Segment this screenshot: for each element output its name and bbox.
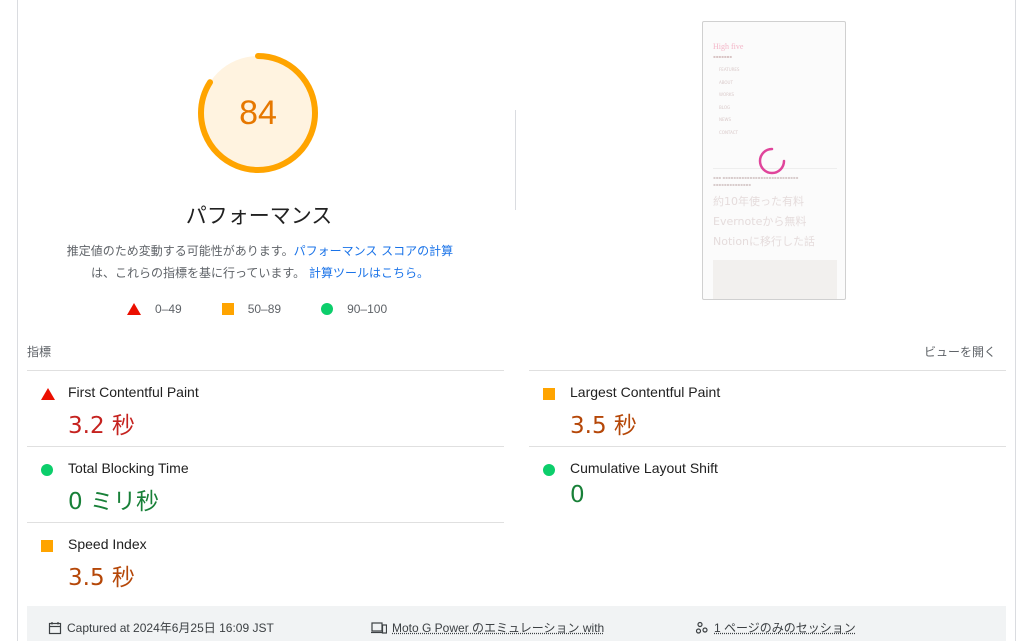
metric-title: Total Blocking Time <box>68 460 189 476</box>
thumbnail-menu-item: NEWS <box>719 114 739 127</box>
green-circle-icon <box>543 464 555 476</box>
metric-value: 3.2 秒 <box>68 406 135 440</box>
calendar-icon <box>48 621 62 635</box>
metrics-heading: 指標 <box>27 343 51 360</box>
thumbnail-menu-item: ABOUT <box>719 77 739 90</box>
thumbnail-menu: FEATURES ABOUT WORKS BLOG NEWS CONTACT <box>719 64 739 139</box>
metric-title: Largest Contentful Paint <box>570 384 720 400</box>
legend-range: 50–89 <box>248 302 281 316</box>
performance-score: 84 <box>195 50 321 176</box>
thumbnail-headline: 約10年使った有料 Evernoteから無料 Notionに移行した話 <box>713 192 837 252</box>
score-calculation-link[interactable]: パフォーマンス スコアの計算 <box>294 244 454 258</box>
performance-title: パフォーマンス <box>159 200 359 230</box>
metric-title: Cumulative Layout Shift <box>570 460 718 476</box>
red-triangle-icon <box>41 388 55 400</box>
metric-title: Speed Index <box>68 536 147 552</box>
metric-value: 3.5 秒 <box>68 558 135 592</box>
performance-description: 推定値のため変動する可能性があります。パフォーマンス スコアの計算 は、これらの… <box>40 240 480 284</box>
performance-score-gauge[interactable]: 84 <box>195 50 321 176</box>
thumbnail-site-name: High five <box>713 42 743 51</box>
description-prefix: 推定値のため変動する可能性があります。 <box>67 244 294 258</box>
description-middle: は、これらの指標を基に行っています。 <box>91 266 305 280</box>
session-icon <box>695 621 709 635</box>
vertical-divider <box>515 110 516 210</box>
thumbnail-headline-line: 約10年使った有料 <box>713 192 837 212</box>
captured-at: Captured at 2024年6月25日 16:09 JST <box>48 619 274 636</box>
metric-value: 0 ミリ秒 <box>68 482 159 516</box>
thumbnail-tagline: ▪▪▪▪▪▪▪ <box>713 54 732 59</box>
thumbnail-headline-line: Evernoteから無料 <box>713 212 837 232</box>
captured-text: Captured at 2024年6月25日 16:09 JST <box>67 619 274 636</box>
legend-range: 0–49 <box>155 302 182 316</box>
orange-square-icon <box>222 303 234 315</box>
green-circle-icon <box>41 464 53 476</box>
loading-spinner-icon <box>757 146 787 176</box>
device-emulation[interactable]: Moto G Power のエミュレーション with <box>371 619 604 636</box>
metric-value: 3.5 秒 <box>570 406 637 440</box>
metric-largest-contentful-paint[interactable]: Largest Contentful Paint 3.5 秒 <box>529 371 1004 447</box>
legend-item-fail: 0–49 <box>127 302 182 316</box>
thumbnail-menu-item: WORKS <box>719 89 739 102</box>
runtime-settings-footer: Captured at 2024年6月25日 16:09 JST Moto G … <box>27 606 1006 641</box>
thumbnail-breadcrumb: ▪▪▪ ▪▪▪▪▪▪▪▪▪▪▪▪▪▪▪▪▪▪▪▪▪▪▪▪▪▪▪▪ ▪▪▪▪▪▪▪▪… <box>713 174 837 188</box>
metric-title: First Contentful Paint <box>68 384 199 400</box>
expand-view-toggle[interactable]: ビューを開く <box>924 343 996 360</box>
thumbnail-headline-line: Notionに移行した話 <box>713 232 837 252</box>
metric-first-contentful-paint[interactable]: First Contentful Paint 3.2 秒 <box>27 371 502 447</box>
devices-icon <box>371 621 387 635</box>
orange-square-icon <box>41 540 53 552</box>
metric-total-blocking-time[interactable]: Total Blocking Time 0 ミリ秒 <box>27 447 502 523</box>
session-info[interactable]: 1 ページのみのセッション <box>695 619 856 636</box>
red-triangle-icon <box>127 303 141 315</box>
legend-item-pass: 90–100 <box>321 302 387 316</box>
legend-range: 90–100 <box>347 302 387 316</box>
legend-item-average: 50–89 <box>222 302 281 316</box>
metric-value: 0 <box>570 482 585 508</box>
thumbnail-menu-item: CONTACT <box>719 127 739 140</box>
metric-speed-index[interactable]: Speed Index 3.5 秒 <box>27 523 502 599</box>
metric-cumulative-layout-shift[interactable]: Cumulative Layout Shift 0 <box>529 447 1004 523</box>
thumbnail-menu-item: BLOG <box>719 102 739 115</box>
orange-square-icon <box>543 388 555 400</box>
device-text: Moto G Power のエミュレーション with <box>392 619 604 636</box>
session-text: 1 ページのみのセッション <box>714 619 856 636</box>
score-legend: 0–49 50–89 90–100 <box>127 302 427 316</box>
thumbnail-menu-item: FEATURES <box>719 64 739 77</box>
calculator-link[interactable]: 計算ツールはこちら。 <box>309 266 429 280</box>
green-circle-icon <box>321 303 333 315</box>
thumbnail-hero-image <box>713 260 837 300</box>
